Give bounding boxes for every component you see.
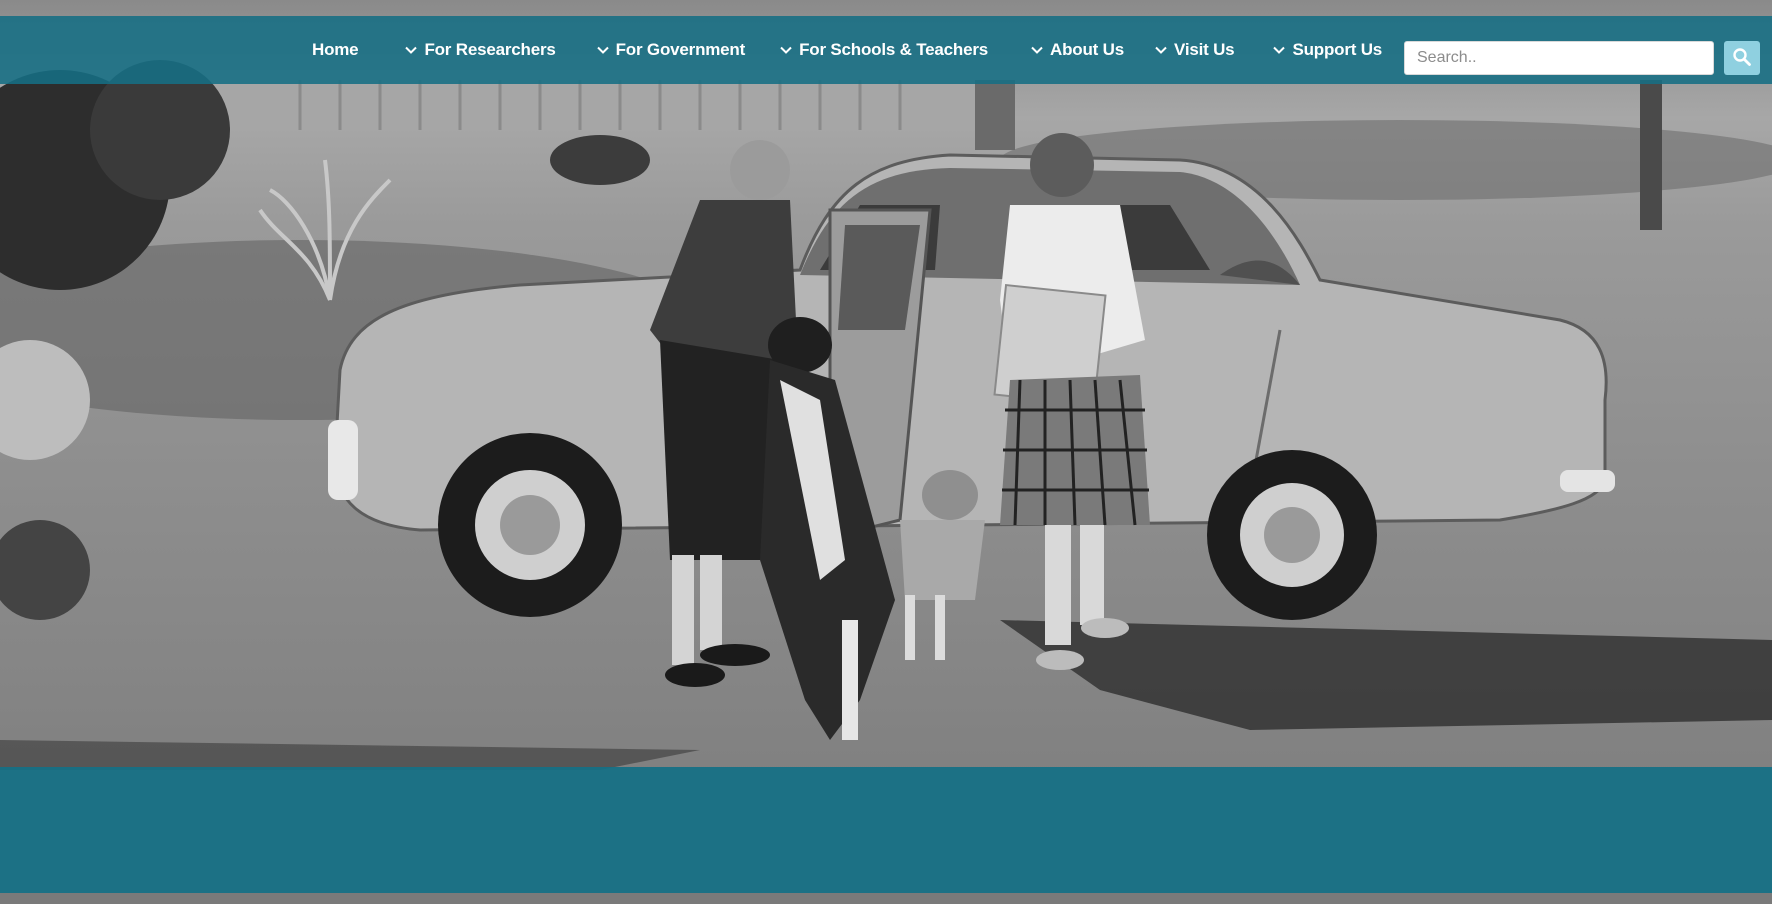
chevron-down-icon — [1272, 43, 1286, 57]
chevron-down-icon — [1030, 43, 1044, 57]
chevron-down-icon — [404, 43, 418, 57]
nav-item-for-researchers[interactable]: For Researchers — [404, 40, 556, 60]
chevron-down-icon — [596, 43, 610, 57]
main-nav: Home For Researchers For Government For … — [312, 16, 1382, 84]
nav-item-label: Support Us — [1292, 40, 1383, 59]
nav-item-about-us[interactable]: About Us — [1030, 40, 1124, 60]
nav-item-home[interactable]: Home — [312, 40, 359, 60]
nav-item-label: About Us — [1050, 40, 1124, 59]
nav-item-visit-us[interactable]: Visit Us — [1154, 40, 1235, 60]
bush — [550, 135, 650, 185]
foliage — [0, 520, 90, 620]
ground-shadow — [0, 740, 700, 770]
nav-item-label: Home — [312, 40, 359, 59]
nav-item-label: For Government — [615, 40, 746, 59]
chevron-down-icon — [779, 43, 793, 57]
nav-item-support-us[interactable]: Support Us — [1272, 40, 1382, 60]
tree-trunk — [975, 80, 1015, 150]
nav-item-label: For Schools & Teachers — [799, 40, 989, 59]
nav-item-for-schools-teachers[interactable]: For Schools & Teachers — [779, 40, 988, 60]
search-button[interactable] — [1724, 41, 1760, 75]
tree-trunk — [1640, 80, 1662, 230]
nav-item-for-government[interactable]: For Government — [596, 40, 745, 60]
search-input[interactable] — [1404, 41, 1714, 75]
search-icon — [1732, 47, 1752, 70]
nav-item-label: For Researchers — [424, 40, 556, 59]
chevron-down-icon — [1154, 43, 1168, 57]
nav-item-label: Visit Us — [1173, 40, 1235, 59]
site-header: Home For Researchers For Government For … — [0, 16, 1772, 84]
hero-caption-band — [0, 767, 1772, 893]
